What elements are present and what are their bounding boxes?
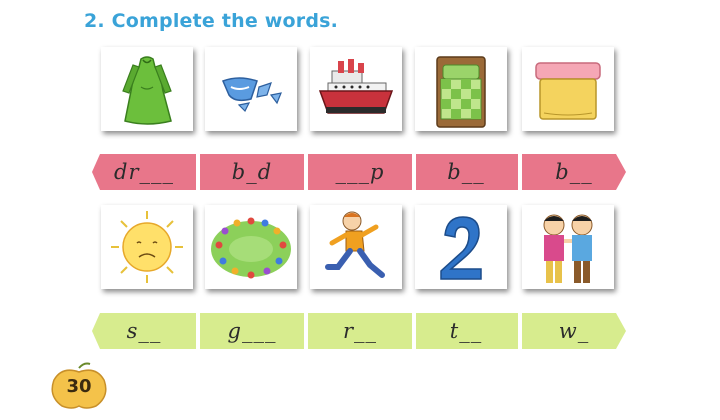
dress-picture — [101, 47, 193, 131]
word-blank-dress[interactable]: dr___ — [92, 154, 196, 190]
page-number: 30 — [66, 376, 92, 397]
word-blank-we[interactable]: w_ — [522, 313, 626, 349]
picture-row-2 — [0, 205, 720, 295]
word-blank-game[interactable]: g___ — [200, 313, 304, 349]
page-number-badge: 30 — [48, 362, 110, 410]
children-circle-picture — [205, 205, 297, 289]
ship-picture — [310, 47, 402, 131]
word-blank-sun[interactable]: s__ — [92, 313, 196, 349]
word-blank-box[interactable]: b__ — [522, 154, 626, 190]
word-blank-bowl[interactable]: b_d — [200, 154, 304, 190]
bed-picture — [415, 47, 507, 131]
running-boy-picture — [310, 205, 402, 289]
word-band-row-2: s__ g___ r__ t__ w_ — [92, 313, 626, 349]
word-blank-run[interactable]: r__ — [308, 313, 412, 349]
box-picture — [522, 47, 614, 131]
sun-picture — [101, 205, 193, 289]
word-blank-ship[interactable]: ___p — [308, 154, 412, 190]
broken-bowl-picture — [205, 47, 297, 131]
exercise-title: 2. Complete the words. — [84, 10, 339, 32]
picture-row-1 — [0, 47, 720, 137]
number-two-picture — [415, 205, 507, 289]
word-blank-bed[interactable]: b__ — [414, 154, 518, 190]
word-band-row-1: dr___ b_d ___p b__ b__ — [92, 154, 626, 190]
word-blank-two[interactable]: t__ — [414, 313, 518, 349]
two-boys-picture — [522, 205, 614, 289]
